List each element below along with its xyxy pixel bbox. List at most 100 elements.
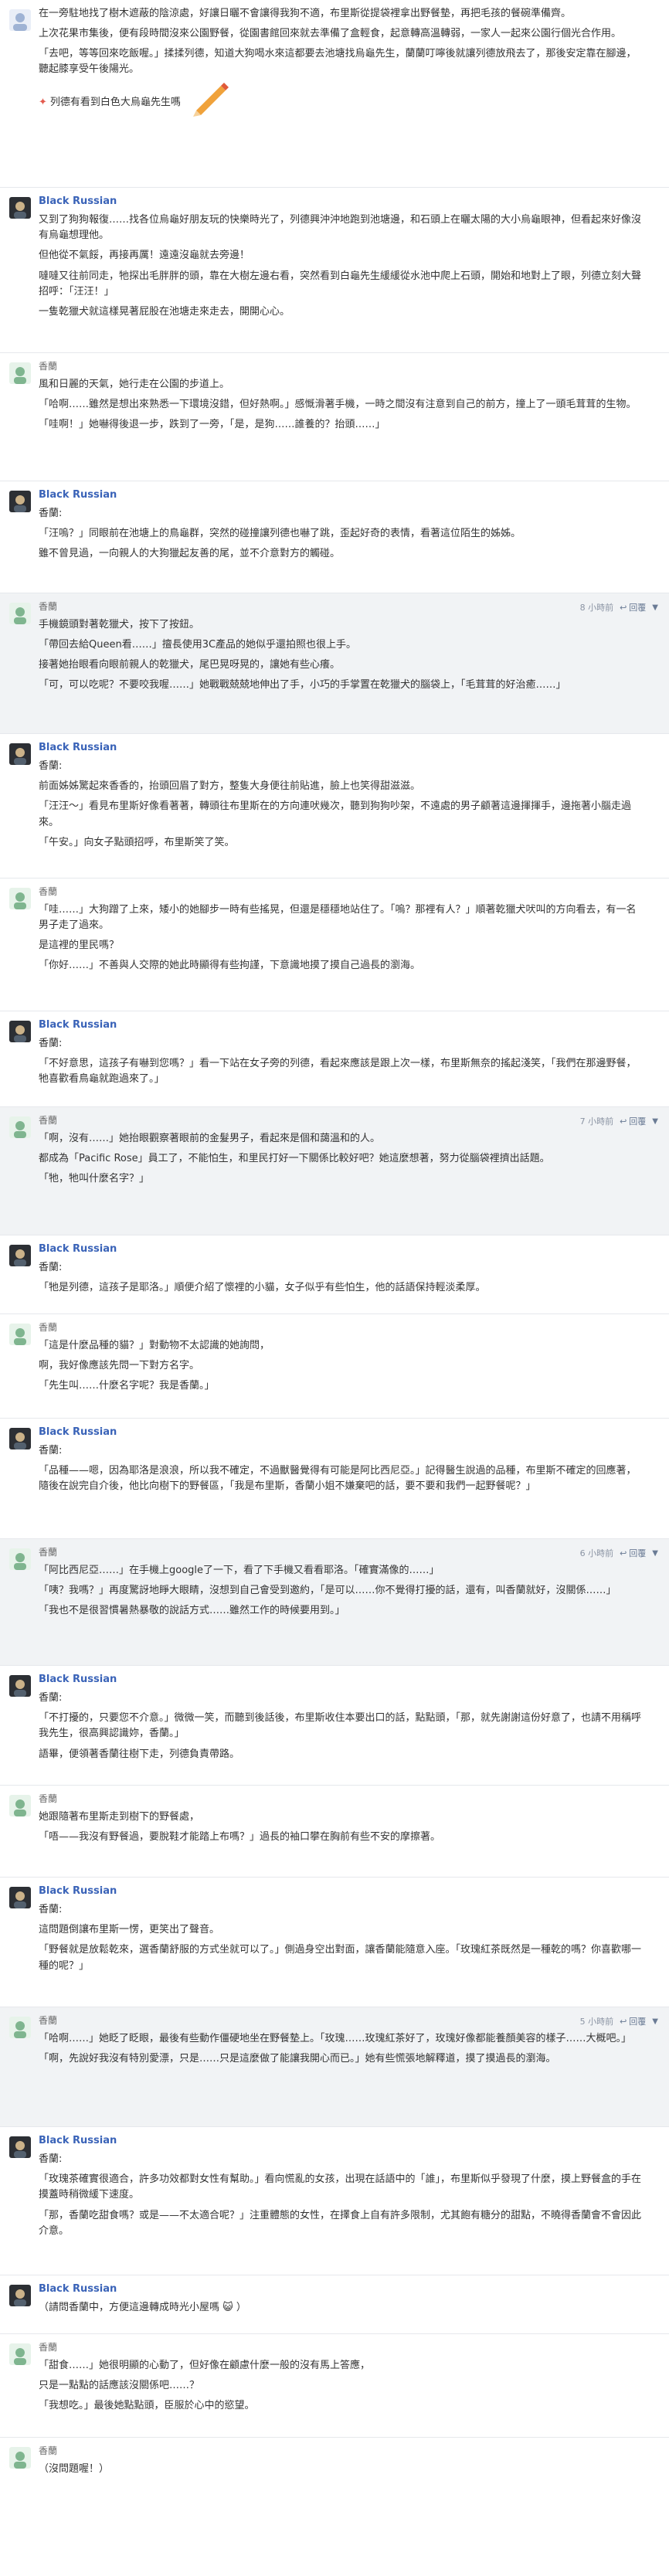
username[interactable]: 香蘭: [39, 1792, 646, 1806]
post: Black Russian 香蘭: 「品種——嗯，因為耶洛是浪浪，所以我不確定，…: [0, 1419, 669, 1539]
avatar[interactable]: [9, 1887, 31, 1908]
post-paragraph: 又到了狗狗報復……找各位烏龜好朋友玩的快樂時光了，列德興沖沖地跑到池塘邊，和石頭…: [39, 214, 642, 242]
reply-to: 香蘭:: [39, 1445, 63, 1457]
post: Black Russian （請問香蘭中，方便這邊轉成時光小屋嗎 😺 ）: [0, 2275, 669, 2334]
reply-icon: ↩: [620, 1548, 627, 1558]
avatar[interactable]: [9, 1795, 31, 1816]
post-meta: 8 小時前 ↩ 回覆 ▼: [580, 601, 658, 614]
post: Black Russian 香蘭: 「不打擾的，只要您不介意。」微微一笑，而聽到…: [0, 1666, 669, 1786]
post-paragraph: 「啊，沒有……」她抬眼觀察著眼前的金髮男子，看起來是個和藹溫和的人。: [39, 1132, 381, 1144]
username[interactable]: 香蘭: [39, 1113, 646, 1128]
reply-button[interactable]: ↩ 回覆: [620, 1115, 646, 1128]
username[interactable]: Black Russian: [39, 2133, 646, 2149]
post-paragraph: 「哈啊……」她眨了眨眼，最後有些動作僵硬地坐在野餐墊上。「玫瑰……玫瑰紅茶好了，…: [39, 2032, 632, 2044]
avatar[interactable]: [9, 197, 31, 219]
post-paragraph: 「帶回去給Queen看……」擅長使用3C產品的她似乎還拍照也很上手。: [39, 638, 357, 651]
post-paragraph: 「可，可以吃呢？不要咬我喔……」她戰戰兢兢地伸出了手，小巧的手掌置在乾獵犬的腦袋…: [39, 679, 566, 692]
post: 6 小時前 ↩ 回覆 ▼ 香蘭 「阿比西尼亞……」在手機上google了一下，看了…: [0, 1539, 669, 1666]
post-paragraph: 「汪汪～」看見布里斯好像看著著，轉頭往布里斯在的方向連吠幾次，聽到狗狗吵架，不遠…: [39, 800, 632, 828]
avatar[interactable]: [9, 1245, 31, 1266]
username[interactable]: 香蘭: [39, 2014, 646, 2028]
avatar[interactable]: [9, 1021, 31, 1042]
post: 香蘭 風和日麗的天氣，她行走在公園的步道上。 「哈啊……雖然是想出來熟悉一下環境…: [0, 353, 669, 481]
avatar[interactable]: [9, 1548, 31, 1570]
post: Black Russian 香蘭: 前面姊姊驚起來香香的，抬頭回眉了對方，整隻大…: [0, 734, 669, 878]
avatar[interactable]: [9, 362, 31, 384]
avatar[interactable]: [9, 1116, 31, 1138]
avatar[interactable]: [9, 888, 31, 909]
post-paragraph: 「咦？我嗎？」再度驚訝地睜大眼睛，沒想到自己會受到邀約，「是可以……你不覺得打擾…: [39, 1584, 616, 1596]
avatar[interactable]: [9, 2343, 31, 2365]
username[interactable]: 香蘭: [39, 1545, 646, 1560]
reply-to: 香蘭:: [39, 2153, 63, 2166]
avatar[interactable]: [9, 743, 31, 765]
post-meta: 6 小時前 ↩ 回覆 ▼: [580, 1547, 658, 1560]
thread: 在一旁駐地找了樹木遮蔽的陰涼處，好讓日曬不會讓得我狗不適，布里斯從提袋裡拿出野餐…: [0, 0, 669, 2499]
post-paragraph: 前面姊姊驚起來香香的，抬頭回眉了對方，整隻大身便往前貼進，臉上也笑得甜滋滋。: [39, 780, 421, 793]
username[interactable]: Black Russian: [39, 2282, 646, 2297]
reply-label: 回覆: [629, 1548, 647, 1558]
post-paragraph: （請問香蘭中，方便這邊轉成時光小屋嗎 😺 ）: [39, 2302, 246, 2314]
username[interactable]: 香蘭: [39, 885, 646, 899]
avatar[interactable]: [9, 2017, 31, 2038]
username[interactable]: 香蘭: [39, 600, 646, 614]
username[interactable]: Black Russian: [39, 1018, 646, 1033]
post-paragraph: 風和日麗的天氣，她行走在公園的步道上。: [39, 378, 230, 390]
post: 香蘭 她跟隨著布里斯走到樹下的野餐處， 「唔——我沒有野餐過，要脫鞋才能踏上布嗎…: [0, 1786, 669, 1878]
post-paragraph: 「不打擾的，只要您不介意。」微微一笑，而聽到後話後，布里斯收住本要出口的話，點點…: [39, 1712, 642, 1740]
reply-button[interactable]: ↩ 回覆: [620, 2015, 646, 2028]
timestamp: 7 小時前: [579, 1116, 614, 1127]
username[interactable]: Black Russian: [39, 194, 646, 209]
timestamp: 8 小時前: [579, 603, 614, 613]
avatar[interactable]: [9, 1428, 31, 1449]
reply-to: 香蘭:: [39, 1262, 63, 1274]
chevron-down-icon[interactable]: ▼: [652, 1548, 658, 1560]
post-paragraph: 「我也不是很習慣暑熱暴敬的說話方式……雖然工作的時候要用到。」: [39, 1604, 345, 1616]
post-paragraph: 接著她抬眼看向眼前親人的乾獵犬，尾巴晃呀晃的，讓她有些心癢。: [39, 658, 341, 671]
username[interactable]: Black Russian: [39, 1672, 646, 1687]
post: 在一旁駐地找了樹木遮蔽的陰涼處，好讓日曬不會讓得我狗不適，布里斯從提袋裡拿出野餐…: [0, 0, 669, 188]
reply-to: 香蘭:: [39, 508, 63, 520]
post: 香蘭 「甜食……」她很明顯的心動了，但好像在顧慮什麼一般的沒有馬上答應， 只是一…: [0, 2334, 669, 2438]
avatar[interactable]: [9, 1675, 31, 1697]
username[interactable]: 香蘭: [39, 2340, 646, 2355]
post: Black Russian 香蘭: 這問題倒讓布里斯一愣，更笑出了聲音。 「野餐…: [0, 1878, 669, 2007]
username[interactable]: 香蘭: [39, 359, 646, 374]
avatar[interactable]: [9, 2447, 31, 2469]
avatar[interactable]: [9, 2285, 31, 2306]
avatar[interactable]: [9, 1324, 31, 1345]
username[interactable]: Black Russian: [39, 1242, 646, 1257]
username[interactable]: 香蘭: [39, 1320, 646, 1335]
post-meta: 5 小時前 ↩ 回覆 ▼: [580, 2015, 658, 2028]
chevron-down-icon[interactable]: ▼: [652, 1116, 658, 1128]
username[interactable]: Black Russian: [39, 1425, 646, 1440]
avatar[interactable]: [9, 491, 31, 512]
post-paragraph: 「這是什麼品種的貓？」對動物不太認識的她詢問，: [39, 1339, 270, 1351]
reply-to: 香蘭:: [39, 1692, 63, 1704]
reply-button[interactable]: ↩ 回覆: [620, 601, 646, 614]
reply-button[interactable]: ↩ 回覆: [620, 1547, 646, 1560]
avatar[interactable]: [9, 2136, 31, 2158]
username[interactable]: Black Russian: [39, 1884, 646, 1899]
sparkle-icon: ✦: [39, 96, 47, 108]
post: 8 小時前 ↩ 回覆 ▼ 香蘭 手機鏡頭對著乾獵犬，按下了按鈕。 「帶回去給Que…: [0, 593, 669, 734]
username[interactable]: Black Russian: [39, 488, 646, 503]
timestamp: 5 小時前: [579, 2017, 614, 2027]
timestamp: 6 小時前: [579, 1548, 614, 1558]
chevron-down-icon[interactable]: ▼: [652, 2016, 658, 2028]
reply-to: 香蘭:: [39, 1904, 63, 1916]
reply-icon: ↩: [620, 603, 627, 613]
avatar[interactable]: [9, 603, 31, 624]
username[interactable]: 香蘭: [39, 2444, 646, 2459]
post-paragraph: 雖不曾見過，一向親人的大狗獵起友善的尾，並不介意對方的觸碰。: [39, 548, 341, 560]
pencil-icon: [190, 82, 232, 122]
post-paragraph: 「玫瑰茶確實很適合，許多功效都對女性有幫助。」看向慌亂的女孩，出現在話語中的「誰…: [39, 2173, 642, 2201]
username[interactable]: Black Russian: [39, 740, 646, 756]
reply-label: 回覆: [629, 603, 647, 613]
avatar[interactable]: [9, 9, 31, 31]
post-paragraph: 啊，我好像應該先問一下對方名字。: [39, 1359, 200, 1371]
chevron-down-icon[interactable]: ▼: [652, 602, 658, 614]
post-paragraph: 「那，香蘭吃甜食嗎？或是——不太適合呢？」注重體態的女性，在擇食上自有許多限制，…: [39, 2209, 642, 2237]
reply-label: 回覆: [629, 2017, 647, 2027]
post-paragraph: 「不好意思，這孩子有嚇到您嗎？」看一下站在女子旁的列德，看起來應該是跟上次一樣，…: [39, 1058, 637, 1086]
